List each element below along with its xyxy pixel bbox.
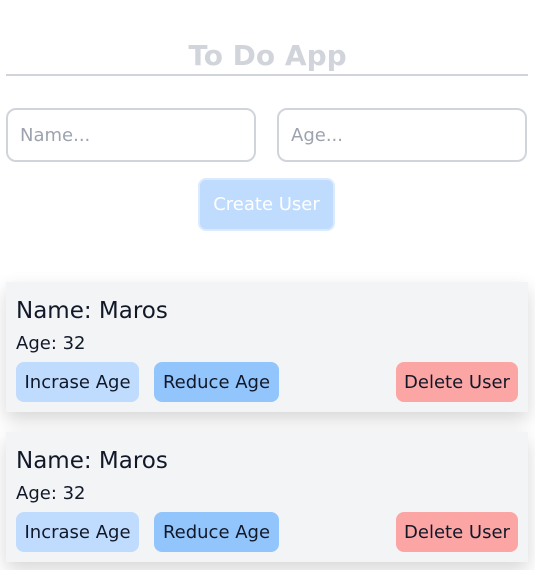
reduce-age-button[interactable]: Reduce Age xyxy=(154,362,279,402)
increase-age-button[interactable]: Incrase Age xyxy=(16,362,139,402)
reduce-age-button[interactable]: Reduce Age xyxy=(154,512,279,552)
user-card: Name: Maros Age: 32 Incrase Age Reduce A… xyxy=(6,282,528,412)
name-input[interactable] xyxy=(6,108,256,162)
user-name: Name: Maros xyxy=(16,448,168,474)
age-input[interactable] xyxy=(277,108,527,162)
todo-app: To Do App Create User Name: Maros Age: 3… xyxy=(0,0,535,570)
delete-user-button[interactable]: Delete User xyxy=(396,362,518,402)
delete-user-button[interactable]: Delete User xyxy=(396,512,518,552)
title-divider xyxy=(6,74,528,76)
user-card: Name: Maros Age: 32 Incrase Age Reduce A… xyxy=(6,432,528,562)
user-name: Name: Maros xyxy=(16,298,168,324)
increase-age-button[interactable]: Incrase Age xyxy=(16,512,139,552)
page-title: To Do App xyxy=(188,39,347,72)
user-age: Age: 32 xyxy=(16,333,86,354)
create-user-button[interactable]: Create User xyxy=(198,178,335,231)
user-age: Age: 32 xyxy=(16,483,86,504)
